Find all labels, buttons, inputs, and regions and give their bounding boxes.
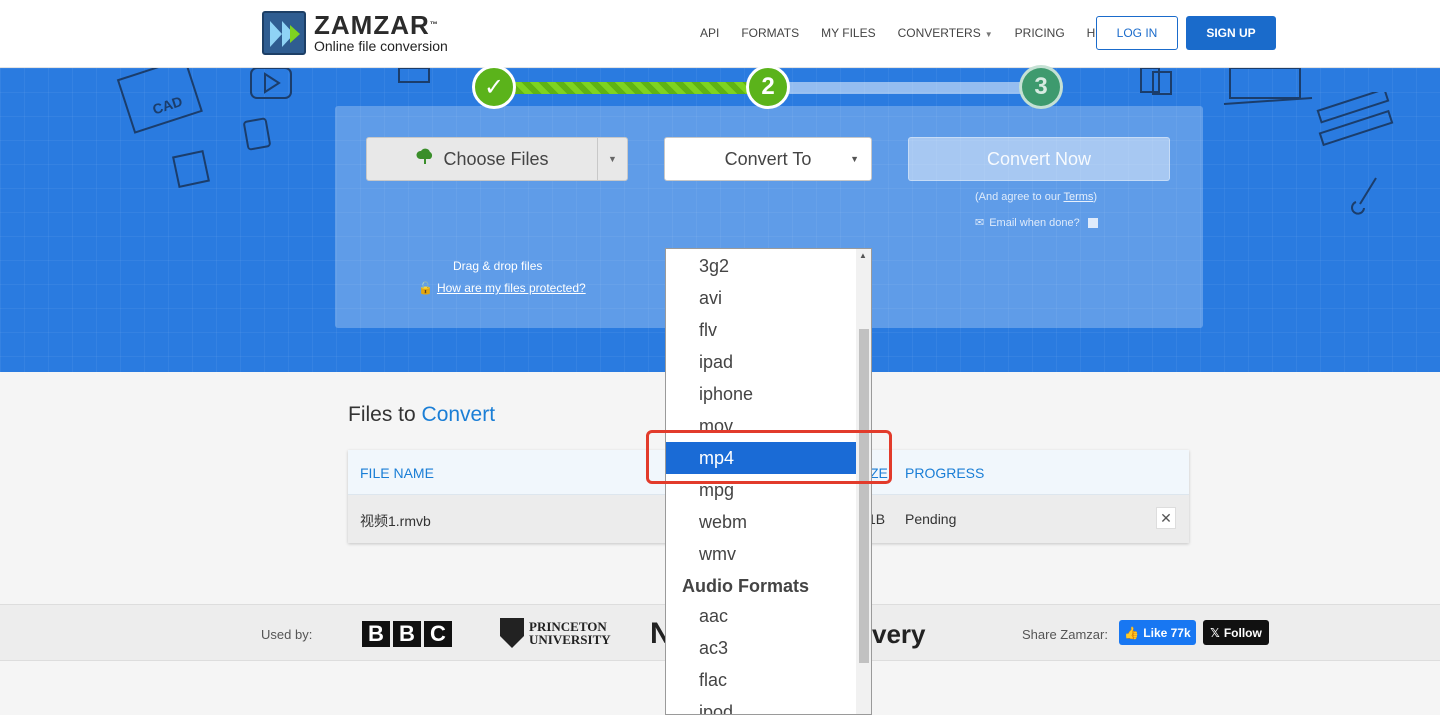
option-ac3[interactable]: ac3 <box>666 632 856 664</box>
drag-drop-hint: Drag & drop files <box>453 259 543 273</box>
step-2-indicator: 2 <box>746 65 790 109</box>
option-wmv[interactable]: wmv <box>666 538 856 570</box>
files-protected-link[interactable]: 🔓 How are my files protected? <box>418 281 586 295</box>
terms-link[interactable]: Terms <box>1063 191 1093 203</box>
discovery-logo: very <box>872 619 926 649</box>
cloud-upload-icon <box>415 148 435 171</box>
wrench-doodle-icon <box>1351 177 1377 215</box>
files-title-accent: Convert <box>421 403 496 426</box>
files-section-title: Files to Convert <box>348 403 495 427</box>
choose-files-dropdown-toggle[interactable]: ▼ <box>597 138 627 180</box>
email-checkbox[interactable] <box>1087 217 1098 228</box>
logo-title: ZAMZAR™ <box>314 10 439 40</box>
thumbs-up-icon: 👍 <box>1124 625 1140 640</box>
convert-to-label: Convert To <box>724 148 812 169</box>
signup-button[interactable]: SIGN UP <box>1186 16 1276 50</box>
caret-down-icon: ▼ <box>984 30 993 39</box>
convert-now-button[interactable]: Convert Now <box>908 137 1170 181</box>
cad-doodle-icon: CAD <box>116 68 203 134</box>
used-by-label: Used by: <box>261 627 313 642</box>
file-name-cell: 视频1.rmvb <box>360 513 431 529</box>
option-flac[interactable]: flac <box>666 664 856 696</box>
laptop-doodle-icon <box>1223 68 1313 105</box>
princeton-logo: PRINCETON UNIVERSITY <box>500 618 611 648</box>
video-doodle-icon <box>250 68 292 99</box>
col-progress: PROGRESS <box>905 465 985 481</box>
files-title-prefix: Files to <box>348 403 416 426</box>
nav-formats[interactable]: FORMATS <box>741 26 799 40</box>
scroll-up-arrow-icon[interactable]: ▲ <box>859 251 867 260</box>
princeton-line2: UNIVERSITY <box>529 632 611 647</box>
dropdown-scrollbar-thumb[interactable] <box>859 329 869 663</box>
bbc-logo: B B C <box>362 621 455 647</box>
option-flv[interactable]: flv <box>666 314 856 346</box>
option-webm[interactable]: webm <box>666 506 856 538</box>
envelope-icon: ✉ <box>975 217 985 229</box>
princeton-shield-icon <box>500 618 524 648</box>
nav-pricing[interactable]: PRICING <box>1015 26 1065 40</box>
nav-my-files[interactable]: MY FILES <box>821 26 875 40</box>
facebook-like-button[interactable]: 👍 Like 77k <box>1119 620 1196 645</box>
option-ipod[interactable]: ipod <box>666 696 856 715</box>
svg-text:CAD: CAD <box>150 93 184 118</box>
progress-line-pending <box>768 82 1040 94</box>
option-iphone[interactable]: iphone <box>666 378 856 410</box>
step-1-indicator: ✓ <box>472 65 516 109</box>
bbc-letter: B <box>393 621 421 647</box>
email-label: Email when done? <box>989 216 1080 229</box>
email-when-done: ✉ Email when done? <box>975 216 1098 229</box>
files-doodle-icon <box>1140 68 1172 95</box>
lock-icon: 🔓 <box>418 281 433 295</box>
bbc-letter: B <box>362 621 390 647</box>
login-button[interactable]: LOG IN <box>1096 16 1178 50</box>
like-label: Like 77k <box>1143 625 1191 640</box>
x-follow-button[interactable]: 𝕏 Follow <box>1203 620 1269 645</box>
zamzar-logo[interactable]: ZAMZAR™ Online file conversion <box>262 11 448 55</box>
optgroup-audio-formats: Audio Formats <box>682 575 810 596</box>
terms-prefix: (And agree to our <box>975 191 1064 203</box>
logo-tagline: Online file conversion <box>314 38 448 54</box>
terms-agreement: (And agree to our Terms) <box>975 191 1097 203</box>
share-label: Share Zamzar: <box>1022 627 1108 642</box>
choose-files-button-group: Choose Files ▼ <box>366 137 628 181</box>
option-3g2[interactable]: 3g2 <box>666 250 856 282</box>
main-nav: API FORMATS MY FILES CONVERTERS ▼ PRICING… <box>700 16 1140 50</box>
nav-api[interactable]: API <box>700 26 719 40</box>
selection-highlight-annotation <box>646 430 892 484</box>
files-protected-label: How are my files protected? <box>436 281 586 295</box>
ruler-doodle-icon <box>1316 92 1394 147</box>
logo-arrows-icon <box>262 11 306 55</box>
progress-line-complete <box>508 82 768 94</box>
choose-files-label: Choose Files <box>443 148 549 169</box>
choose-files-button[interactable]: Choose Files <box>367 138 597 180</box>
file-progress-cell: Pending <box>905 511 957 527</box>
bbc-letter: C <box>424 621 452 647</box>
terms-suffix: ) <box>1093 191 1098 203</box>
file-doodle-icon <box>243 117 271 151</box>
doc-doodle-icon <box>398 68 430 83</box>
col-file-name: FILE NAME <box>360 465 434 481</box>
nav-converters[interactable]: CONVERTERS ▼ <box>898 26 993 40</box>
convert-to-select[interactable]: Convert To ▼ <box>664 137 872 181</box>
caret-down-icon: ▼ <box>608 154 617 164</box>
option-aac[interactable]: aac <box>666 600 856 632</box>
option-avi[interactable]: avi <box>666 282 856 314</box>
zip-doodle-icon <box>172 150 210 188</box>
caret-down-icon: ▼ <box>850 154 859 164</box>
option-ipad[interactable]: ipad <box>666 346 856 378</box>
close-icon: ✕ <box>1160 509 1172 526</box>
site-header: ZAMZAR™ Online file conversion API FORMA… <box>0 0 1440 68</box>
nav-converters-label: CONVERTERS <box>897 26 981 40</box>
follow-label: Follow <box>1223 625 1262 640</box>
step-3-indicator: 3 <box>1019 65 1063 109</box>
remove-file-button[interactable]: ✕ <box>1156 507 1176 529</box>
x-logo-icon: 𝕏 <box>1210 625 1220 640</box>
